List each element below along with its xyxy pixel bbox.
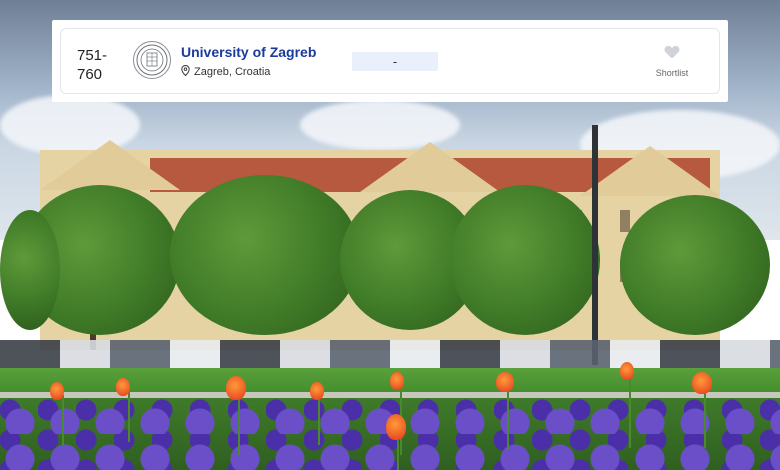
tulip-stem xyxy=(128,392,130,442)
tulip-stem xyxy=(629,378,631,448)
tulip-stem xyxy=(704,388,706,448)
shortlist-label: Shortlist xyxy=(655,68,689,78)
university-ranking-card[interactable]: 751-760 University of Zagreb Zagreb, Cro… xyxy=(60,28,720,94)
university-name-link[interactable]: University of Zagreb xyxy=(181,44,316,60)
tulip-stem xyxy=(318,395,320,445)
tulip xyxy=(390,372,404,390)
building-gable xyxy=(360,142,500,192)
street-lamp xyxy=(592,125,598,365)
university-location: Zagreb, Croatia xyxy=(181,64,271,79)
score-pill: - xyxy=(352,52,438,71)
tulip-stem xyxy=(507,390,509,450)
tulip xyxy=(496,372,514,392)
tulip xyxy=(692,372,712,394)
tree xyxy=(170,175,360,335)
building-gable xyxy=(40,140,180,190)
tulip xyxy=(310,382,324,400)
tulip xyxy=(386,414,406,440)
rank-range: 751-760 xyxy=(77,47,108,83)
tree xyxy=(620,195,770,335)
tulip-stem xyxy=(238,395,240,455)
tulip xyxy=(620,362,634,380)
location-text: Zagreb, Croatia xyxy=(194,66,271,78)
university-seal-icon xyxy=(133,41,171,79)
tulip xyxy=(226,376,246,400)
tree xyxy=(450,185,600,335)
map-pin-icon xyxy=(181,64,190,79)
shortlist-button[interactable]: Shortlist xyxy=(647,45,697,78)
tulip-stem xyxy=(62,395,64,445)
tree xyxy=(0,210,60,330)
building-gable xyxy=(580,146,720,196)
tulip xyxy=(116,378,130,396)
heart-icon xyxy=(664,45,680,63)
tulip xyxy=(50,382,64,400)
